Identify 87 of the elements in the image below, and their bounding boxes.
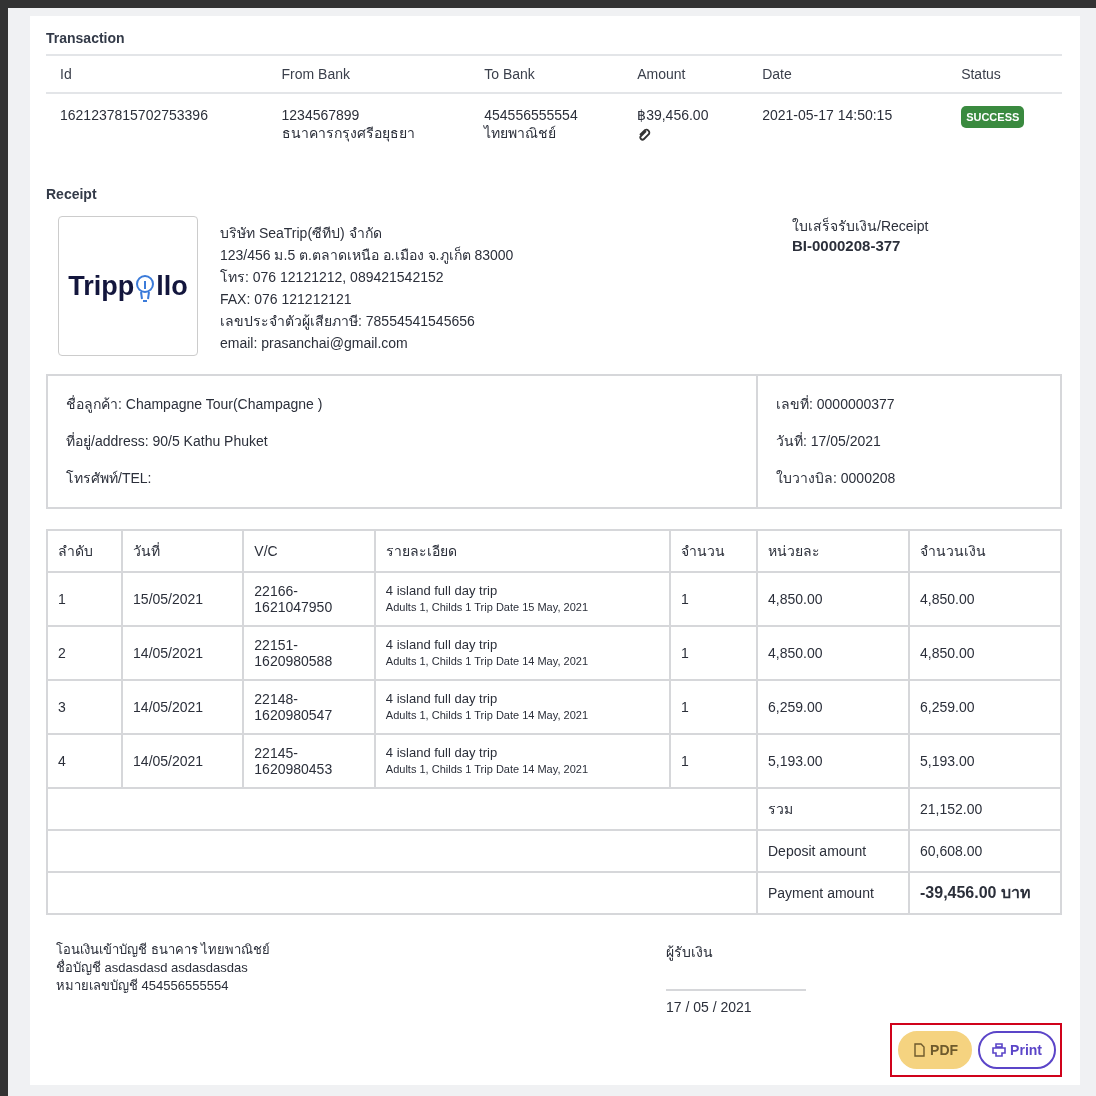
- table-cell: 1621237815702753396: [46, 93, 268, 182]
- document-info: วันที่: 17/05/2021: [775, 431, 882, 451]
- bank-info-line: ชื่อบัญชี asdasdasd asdasdasdas: [56, 959, 249, 977]
- column-header: Status: [947, 55, 1062, 93]
- total-label: Deposit amount: [757, 830, 909, 872]
- document-number: BI-0000208-377: [792, 236, 902, 256]
- company-info-line: email: prasanchai@gmail.com: [220, 334, 409, 352]
- table-cell: 1: [47, 572, 123, 626]
- status-badge: SUCCESS: [961, 106, 1025, 128]
- column-header: Date: [748, 55, 948, 93]
- total-label: Payment amount: [757, 872, 909, 914]
- table-cell: 22148- 1620980547: [243, 680, 375, 734]
- customer-info: โทรศัพท์/TEL:: [65, 469, 153, 488]
- section-title: Receipt: [46, 186, 98, 202]
- column-header: Amount: [623, 55, 749, 93]
- company-info-line: 123/456 ม.5 ต.ตลาดเหนือ อ.เมือง จ.ภูเก็ต 83000: [220, 246, 515, 264]
- customer-info: ชื่อลูกค้า: Champagne Tour(Champagne ): [65, 394, 324, 415]
- table-cell: 6,259.00: [757, 680, 909, 734]
- table-cell: 3: [47, 680, 123, 734]
- account-number: 454556555554: [484, 106, 579, 124]
- bank-name: ไทยพาณิชย์: [484, 124, 558, 142]
- section-title: Transaction: [46, 30, 126, 46]
- print-button[interactable]: Print: [978, 1031, 1056, 1069]
- total-value: -39,456.00 บาท: [909, 872, 1061, 914]
- company-info-line: FAX: 076 121212121: [220, 290, 353, 308]
- item-title: 4 island full day trip: [385, 745, 499, 761]
- table-cell: 4,850.00: [909, 626, 1061, 680]
- amount: ฿39,456.00: [637, 106, 710, 124]
- table-cell: 22166- 1621047950: [243, 572, 375, 626]
- lightbulb-icon: [135, 275, 156, 303]
- item-detail: Adults 1, Childs 1 Trip Date 14 May, 2021: [385, 762, 589, 777]
- table-cell: 5,193.00: [757, 734, 909, 788]
- column-header: หน่วยละ: [757, 530, 909, 572]
- item-detail: Adults 1, Childs 1 Trip Date 14 May, 2021: [385, 708, 589, 723]
- table-cell: 2: [47, 626, 123, 680]
- table-cell: 14/05/2021: [122, 680, 244, 734]
- pdf-button[interactable]: PDF: [898, 1031, 973, 1069]
- bank-name: ธนาคารกรุงศรีอยุธยา: [281, 124, 416, 142]
- payee-label: ผู้รับเงิน: [666, 943, 714, 963]
- printer-icon: [992, 1043, 1007, 1057]
- column-header: To Bank: [470, 55, 624, 93]
- item-detail: Adults 1, Childs 1 Trip Date 15 May, 2021: [385, 600, 589, 615]
- table-cell: 6,259.00: [909, 680, 1061, 734]
- column-header: ลำดับ: [47, 530, 123, 572]
- table-cell: 4,850.00: [757, 572, 909, 626]
- paperclip-icon[interactable]: [637, 128, 652, 142]
- total-label: รวม: [757, 788, 909, 830]
- company-info-line: โทร: 076 12121212, 089421542152: [220, 268, 445, 286]
- item-title: 4 island full day trip: [385, 691, 499, 707]
- item-detail: Adults 1, Childs 1 Trip Date 14 May, 2021: [385, 654, 589, 669]
- document-label: ใบเสร็จรับเงิน/Receipt: [792, 216, 930, 236]
- bank-info-line: หมายเลขบัญชี 454556555554: [56, 977, 230, 995]
- table-cell: 15/05/2021: [122, 572, 244, 626]
- document-info: เลขที่: 0000000377: [775, 394, 896, 414]
- table-cell: 2021-05-17 14:50:15: [748, 93, 948, 182]
- table-cell: 14/05/2021: [122, 734, 244, 788]
- table-cell: 4,850.00: [757, 626, 909, 680]
- company-info-line: บริษัท SeaTrip(ซีทีป) จำกัด: [220, 224, 383, 242]
- column-header: V/C: [243, 530, 375, 572]
- company-logo: Tripp llo: [58, 216, 198, 356]
- table-cell: 5,193.00: [909, 734, 1061, 788]
- account-number: 1234567899: [281, 106, 361, 124]
- document-icon: [912, 1043, 927, 1057]
- column-header: จำนวนเงิน: [909, 530, 1061, 572]
- table-cell: 14/05/2021: [122, 626, 244, 680]
- table-cell: 4: [47, 734, 123, 788]
- customer-info: ที่อยู่/address: 90/5 Kathu Phuket: [65, 431, 269, 452]
- item-title: 4 island full day trip: [385, 637, 499, 653]
- table-cell: 4,850.00: [909, 572, 1061, 626]
- table-cell: 1: [670, 572, 757, 626]
- payee-date: 17 / 05 / 2021: [666, 999, 753, 1015]
- document-info: ใบวางบิล: 0000208: [775, 469, 897, 488]
- total-value: 60,608.00: [909, 830, 1061, 872]
- company-info-line: เลขประจำตัวผู้เสียภาษี: 78554541545656: [220, 312, 476, 330]
- item-title: 4 island full day trip: [385, 583, 499, 599]
- column-header: Id: [46, 55, 268, 93]
- column-header: วันที่: [122, 530, 244, 572]
- table-cell: 1: [670, 680, 757, 734]
- table-cell: 1: [670, 734, 757, 788]
- table-cell: 22145- 1620980453: [243, 734, 375, 788]
- column-header: From Bank: [267, 55, 471, 93]
- bank-info-line: โอนเงินเข้าบัญชี ธนาคาร ไทยพาณิชย์: [56, 941, 272, 959]
- table-cell: 1: [670, 626, 757, 680]
- total-value: 21,152.00: [909, 788, 1061, 830]
- column-header: รายละเอียด: [374, 530, 671, 572]
- column-header: จำนวน: [670, 530, 757, 572]
- table-cell: 22151- 1620980588: [243, 626, 375, 680]
